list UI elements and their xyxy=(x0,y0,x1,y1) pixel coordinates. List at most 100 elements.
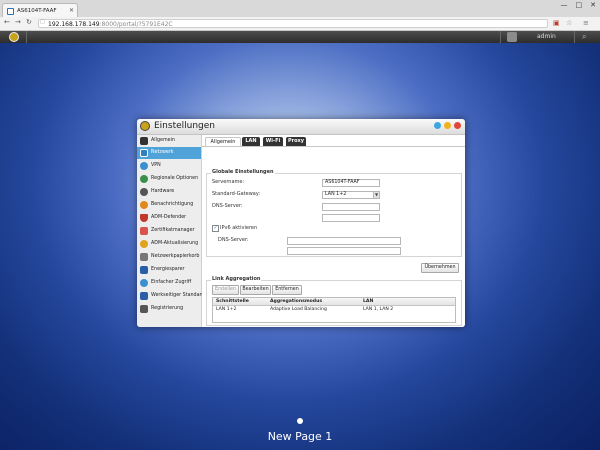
sidebar-item-vpn[interactable]: VPN xyxy=(137,160,201,172)
link-aggregation-table: Schnittstelle Aggregationsmodus LAN LAN … xyxy=(212,297,456,323)
sidebar-item-werkseitiger-standard[interactable]: Werkseitiger Standard xyxy=(137,290,205,302)
maximize-icon[interactable]: □ xyxy=(576,1,583,9)
dns-server-input-1[interactable] xyxy=(322,203,380,211)
extension-icon[interactable]: ▣ xyxy=(553,19,560,27)
tab-close-icon[interactable]: ✕ xyxy=(69,4,74,18)
tab-wifi[interactable]: Wi-Fi xyxy=(263,137,283,146)
forward-arrow-icon[interactable]: → xyxy=(15,18,21,26)
cell-interface: LAN 1+2 xyxy=(216,307,237,312)
browser-menu-icon[interactable]: ≡ xyxy=(583,19,589,27)
cell-mode: Adaptive Load Balancing xyxy=(270,307,327,312)
sidebar-item-allgemein[interactable]: Allgemein xyxy=(137,135,201,147)
table-row[interactable]: LAN 1+2 Adaptive Load Balancing LAN 1, L… xyxy=(213,306,455,313)
browser-tab[interactable]: AS6104T-FAAF ✕ xyxy=(2,3,78,17)
sidebar-item-label: Werkseitiger Standard xyxy=(151,293,205,298)
ipv6-dns-input-1[interactable] xyxy=(287,237,401,245)
username-label[interactable]: admin xyxy=(537,32,556,42)
ipv6-checkbox[interactable]: ✓ xyxy=(212,225,219,232)
sidebar-item-label: Allgemein xyxy=(151,138,175,143)
sidebar-item-label: ADM-Defender xyxy=(151,215,187,220)
link-aggregation-legend: Link Aggregation xyxy=(211,276,262,282)
settings-sidebar: Allgemein Netzwerk VPN Regionale Optione… xyxy=(137,135,205,327)
certificate-icon xyxy=(140,227,148,235)
page-indicator-dot[interactable] xyxy=(297,418,303,424)
globe-icon xyxy=(140,175,148,183)
browser-tab-title: AS6104T-FAAF xyxy=(17,8,57,14)
reload-icon[interactable]: ↻ xyxy=(26,18,32,26)
sidebar-item-regionale-optionen[interactable]: Regionale Optionen xyxy=(137,173,201,185)
page-info-icon[interactable]: □ xyxy=(40,19,45,25)
notification-icon xyxy=(140,201,148,209)
shield-icon xyxy=(140,214,148,222)
search-icon[interactable]: ⌕ xyxy=(582,32,586,42)
dns-server-input-2[interactable] xyxy=(322,214,380,222)
edit-button[interactable]: Bearbeiten xyxy=(240,285,271,295)
tab-lan[interactable]: LAN xyxy=(242,137,260,146)
sidebar-item-einfacher-zugriff[interactable]: Einfacher Zugriff xyxy=(137,277,201,289)
tab-divider xyxy=(202,146,465,147)
settings-app-icon xyxy=(140,121,150,131)
minimize-window-icon[interactable] xyxy=(444,122,451,129)
browser-nav-bar: ← → ↻ 192.168.178.149:8000/portal/?5791E… xyxy=(0,17,600,31)
sidebar-item-netzwerk[interactable]: Netzwerk xyxy=(137,147,201,159)
top-bar-divider xyxy=(574,31,575,43)
address-bar[interactable]: 192.168.178.149:8000/portal/?5791E42C xyxy=(38,19,548,28)
table-header: Schnittstelle Aggregationsmodus LAN xyxy=(213,298,455,306)
close-settings-icon[interactable] xyxy=(454,122,461,129)
sidebar-item-label: Netzwerk xyxy=(151,150,174,155)
help-icon[interactable] xyxy=(434,122,441,129)
chevron-down-icon[interactable]: ▼ xyxy=(373,192,379,198)
ipv6-dns-label: DNS-Server: xyxy=(218,237,249,243)
column-header-interface[interactable]: Schnittstelle xyxy=(216,298,249,305)
sidebar-item-netzwerkpapierkorb[interactable]: Netzwerkpapierkorb xyxy=(137,251,201,263)
top-bar-divider xyxy=(500,31,501,43)
user-icon[interactable] xyxy=(507,32,517,42)
adm-logo-icon[interactable] xyxy=(9,32,19,42)
sidebar-item-label: Netzwerkpapierkorb xyxy=(151,254,200,259)
sidebar-item-adm-defender[interactable]: ADM-Defender xyxy=(137,212,201,224)
column-header-mode[interactable]: Aggregationsmodus xyxy=(270,298,322,305)
ipv6-label: IPv6 aktivieren xyxy=(220,225,258,231)
sidebar-item-adm-aktualisierung[interactable]: ADM-Aktualisierung xyxy=(137,238,201,250)
sidebar-item-zertifikatmanager[interactable]: Zertifikatmanager xyxy=(137,225,201,237)
sidebar-item-energiesparer[interactable]: Energiesparer xyxy=(137,264,201,276)
back-arrow-icon[interactable]: ← xyxy=(4,18,10,26)
minimize-icon[interactable]: — xyxy=(561,1,568,9)
remove-button[interactable]: Entfernen xyxy=(272,285,302,295)
hardware-icon xyxy=(140,188,148,196)
gateway-label: Standard-Gateway: xyxy=(212,191,261,197)
create-button[interactable]: Erstellen xyxy=(212,285,239,295)
apply-button[interactable]: Übernehmen xyxy=(421,263,459,273)
url-path: :8000/portal/?5791E42C xyxy=(99,21,173,28)
sidebar-item-label: Einfacher Zugriff xyxy=(151,280,192,285)
column-header-lan[interactable]: LAN xyxy=(363,298,373,305)
trash-icon xyxy=(140,253,148,261)
settings-window: Einstellungen Allgemein Netzwerk VPN Reg… xyxy=(137,119,465,327)
sidebar-item-label: VPN xyxy=(151,163,161,168)
close-window-icon[interactable]: ✕ xyxy=(590,1,596,9)
sidebar-item-benachrichtigung[interactable]: Benachrichtigung xyxy=(137,199,201,211)
factory-reset-icon xyxy=(140,292,148,300)
browser-tab-bar xyxy=(0,0,600,18)
ipv6-dns-input-2[interactable] xyxy=(287,247,401,255)
window-controls: — □ ✕ xyxy=(553,1,597,9)
registration-icon xyxy=(140,305,148,313)
sidebar-item-hardware[interactable]: Hardware xyxy=(137,186,201,198)
global-settings-legend: Globale Einstellungen xyxy=(211,169,275,175)
easy-access-icon xyxy=(140,279,148,287)
gateway-select[interactable]: LAN 1+2 ▼ xyxy=(322,191,380,199)
tab-proxy[interactable]: Proxy xyxy=(286,137,306,146)
energy-icon xyxy=(140,266,148,274)
url-host: 192.168.178.149 xyxy=(48,21,100,28)
settings-window-titlebar[interactable]: Einstellungen xyxy=(137,119,465,135)
bookmark-star-icon[interactable]: ☆ xyxy=(566,19,572,27)
settings-window-title: Einstellungen xyxy=(154,121,216,131)
sidebar-item-label: Energiesparer xyxy=(151,267,185,272)
general-icon xyxy=(140,137,148,145)
page-favicon-icon xyxy=(7,8,14,15)
server-name-input[interactable]: AS6104T-FAAF xyxy=(322,179,380,187)
sidebar-item-registrierung[interactable]: Registrierung xyxy=(137,303,201,315)
sidebar-item-label: Registrierung xyxy=(151,306,184,311)
update-icon xyxy=(140,240,148,248)
gateway-selected-value: LAN 1+2 xyxy=(325,192,347,197)
